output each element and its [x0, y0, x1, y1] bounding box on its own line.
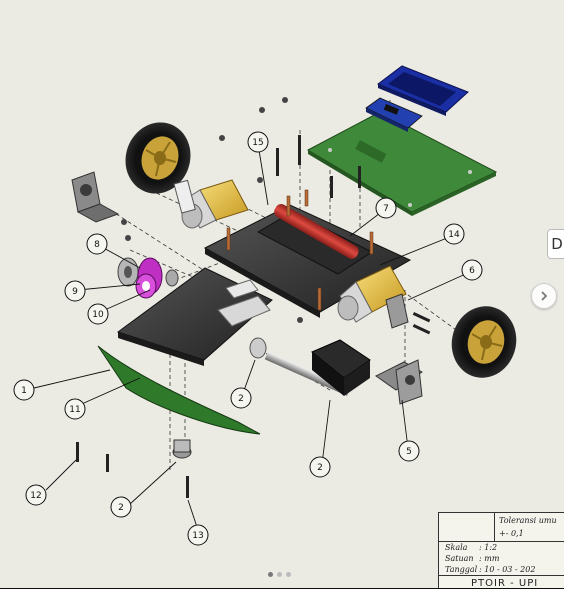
svg-text:10: 10 — [92, 310, 104, 320]
callout-6: 6 — [461, 259, 483, 281]
unit-value: : mm — [479, 554, 500, 563]
callout-14: 14 — [443, 223, 465, 245]
left-motor-bracket — [71, 171, 120, 223]
callout-9: 9 — [64, 280, 86, 302]
right-motor-bracket — [375, 359, 423, 405]
svg-text:8: 8 — [94, 240, 100, 250]
pager-dot[interactable] — [286, 572, 291, 577]
pager-dot[interactable] — [268, 572, 273, 577]
title-block-rule — [439, 541, 564, 542]
date-row: Tanggal: 10 - 03 - 202 — [445, 565, 535, 574]
svg-text:6: 6 — [469, 266, 475, 276]
unit-key: Satuan — [445, 554, 474, 563]
exploded-assembly-drawing: 1 2 2 2 5 6 7 8 9 10 11 12 13 14 15 — [13, 65, 517, 546]
date-key: Tanggal — [445, 565, 478, 574]
callout-15: 15 — [247, 131, 269, 153]
next-image-button[interactable] — [531, 283, 557, 309]
side-tab-label: D — [551, 235, 563, 253]
side-panel-tab[interactable]: D — [547, 229, 564, 259]
tolerance-label: Toleransi umu — [499, 516, 557, 525]
svg-text:5: 5 — [406, 447, 412, 457]
servo-motor — [311, 339, 371, 396]
scale-key: Skala — [445, 543, 468, 552]
left-gear-motor — [173, 179, 249, 229]
callout-1: 1 — [13, 379, 35, 401]
svg-text:2: 2 — [238, 394, 244, 404]
svg-text:2: 2 — [118, 503, 124, 513]
title-block-rule-lower — [439, 575, 564, 576]
svg-text:7: 7 — [383, 204, 389, 214]
right-wheel — [451, 306, 517, 378]
callout-7: 7 — [375, 197, 397, 219]
encoder-gears — [117, 257, 179, 299]
svg-text:1: 1 — [21, 386, 27, 396]
callout-5: 5 — [398, 440, 420, 462]
callout-12: 12 — [25, 484, 47, 506]
caster-wheel — [172, 439, 192, 459]
svg-text:12: 12 — [30, 491, 41, 501]
svg-text:15: 15 — [252, 138, 263, 148]
callout-2-left: 2 — [110, 496, 132, 518]
date-value: : 10 - 03 - 202 — [479, 565, 536, 574]
drawing-sheet: 1 2 2 2 5 6 7 8 9 10 11 12 13 14 15 Tole… — [0, 0, 564, 589]
callout-2-middle: 2 — [230, 387, 252, 409]
company-name: PTOIR - UPI — [471, 578, 539, 589]
callout-11: 11 — [64, 398, 86, 420]
callout-13: 13 — [187, 524, 209, 546]
svg-text:14: 14 — [448, 230, 460, 240]
callout-8: 8 — [86, 233, 108, 255]
svg-text:2: 2 — [317, 463, 323, 473]
svg-text:11: 11 — [69, 405, 80, 415]
svg-text:13: 13 — [192, 531, 203, 541]
pager-dot[interactable] — [277, 572, 282, 577]
svg-text:9: 9 — [72, 287, 78, 297]
tolerance-value: +- 0,1 — [499, 529, 524, 538]
title-block: Toleransi umu +- 0,1 Skala : 1:2 Satuan : … — [438, 512, 564, 589]
chevron-right-icon — [541, 291, 548, 301]
title-block-divider — [494, 513, 495, 541]
unit-row: Satuan : mm — [445, 554, 499, 563]
scale-value: : 1:2 — [479, 543, 498, 552]
callout-10: 10 — [87, 303, 109, 325]
carousel-pager — [268, 572, 291, 577]
callout-2-right: 2 — [309, 456, 331, 478]
scale-row: Skala : 1:2 — [445, 543, 497, 552]
